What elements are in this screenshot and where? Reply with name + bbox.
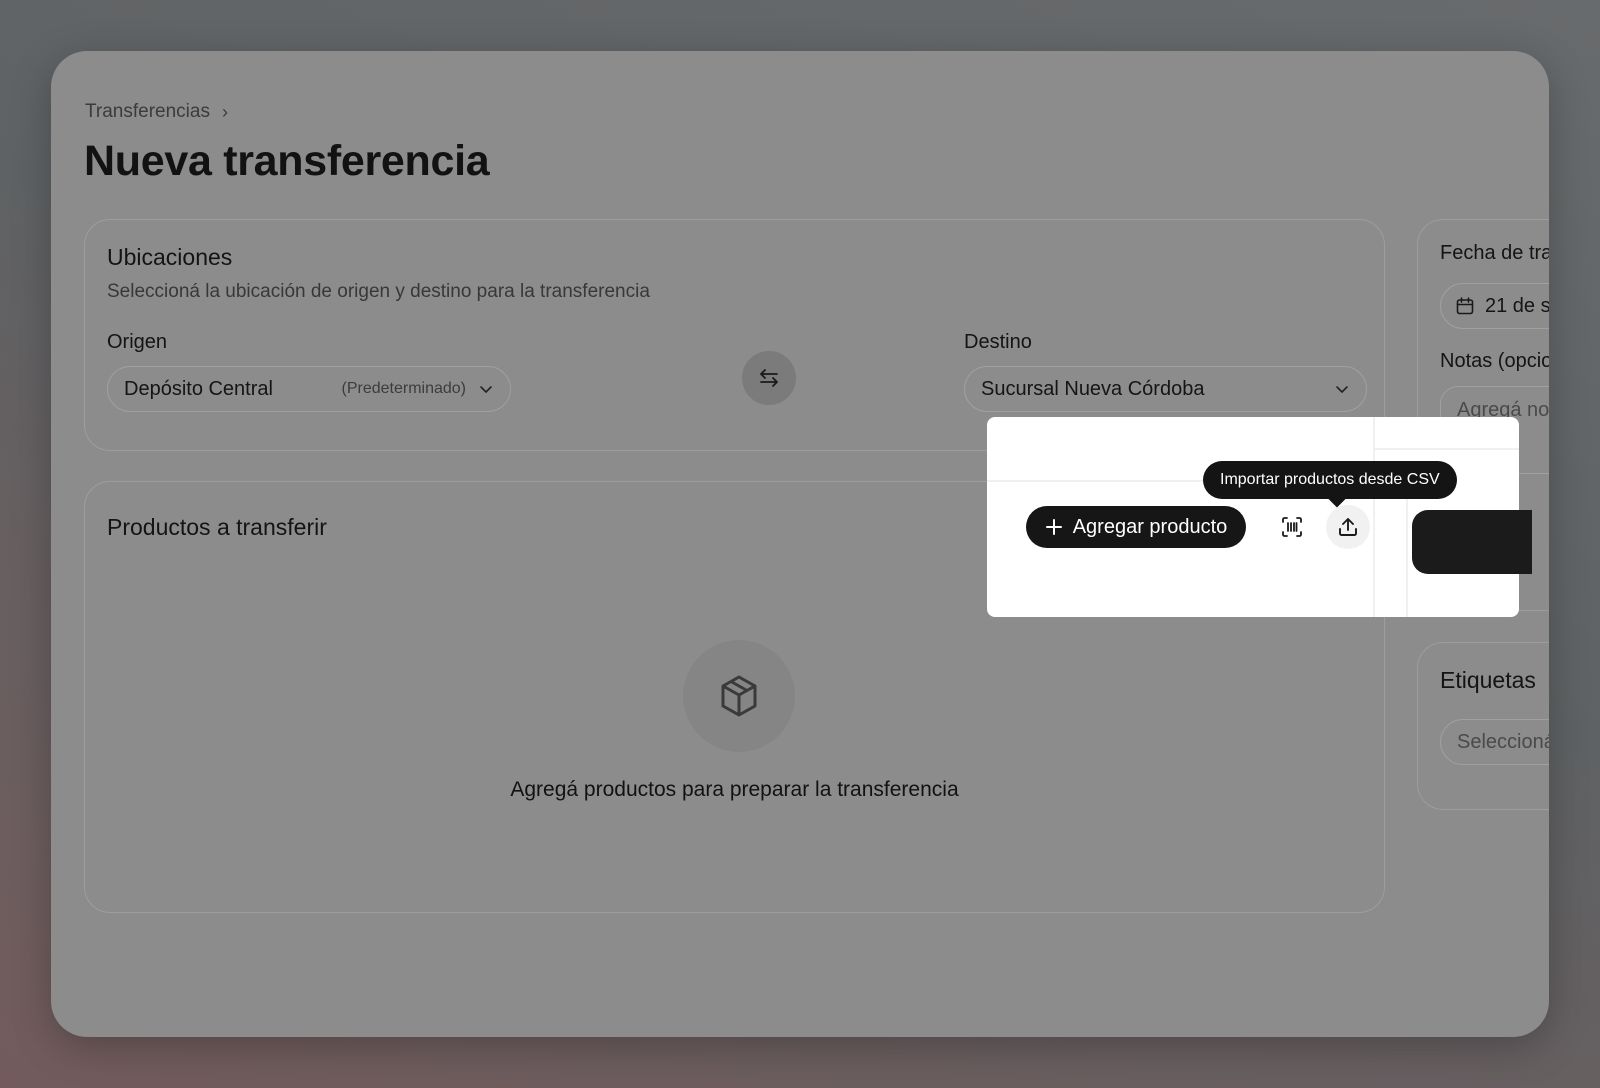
tags-select[interactable]: Seleccioná: [1440, 719, 1549, 765]
swap-arrows-icon: [760, 369, 778, 387]
locations-description: Seleccioná la ubicación de origen y dest…: [107, 281, 650, 302]
date-value: 21 de se: [1485, 294, 1549, 317]
add-product-button[interactable]: Agregar producto: [1026, 506, 1246, 548]
add-product-label: Agregar producto: [1072, 515, 1228, 538]
origin-value: Depósito Central: [124, 377, 273, 400]
import-csv-tooltip: Importar productos desde CSV: [1203, 461, 1457, 508]
date-picker[interactable]: 21 de se: [1440, 283, 1549, 329]
destination-value: Sucursal Nueva Córdoba: [981, 377, 1205, 400]
breadcrumb: Transferencias ›: [85, 101, 228, 123]
upload-icon: [1339, 518, 1357, 536]
breadcrumb-link-transferencias[interactable]: Transferencias: [85, 101, 210, 123]
tags-card: Etiquetas Seleccioná: [1417, 642, 1549, 810]
tags-title: Etiquetas: [1440, 667, 1536, 693]
chevron-down-icon: [1336, 386, 1348, 393]
origin-default-hint: (Predeterminado): [341, 380, 467, 397]
locations-title: Ubicaciones: [107, 244, 233, 270]
calendar-icon: [1456, 297, 1474, 315]
app-window: Transferencias › Nueva transferencia Ubi…: [51, 51, 1549, 1037]
chevron-right-icon: ›: [221, 101, 228, 122]
import-csv-button[interactable]: [1326, 505, 1370, 549]
empty-state-circle: [683, 640, 795, 752]
tags-placeholder: Seleccioná: [1457, 730, 1549, 753]
scan-barcode-button[interactable]: [1270, 505, 1314, 549]
create-transfer-button[interactable]: [1412, 510, 1532, 574]
products-title: Productos a transferir: [107, 514, 327, 540]
date-label: Fecha de tra: [1440, 242, 1549, 264]
swap-locations-button[interactable]: [742, 351, 796, 405]
destination-label: Destino: [964, 331, 1032, 353]
tooltip-text: Importar productos desde CSV: [1220, 471, 1440, 488]
plus-icon: [1045, 519, 1062, 535]
page-title: Nueva transferencia: [84, 137, 490, 185]
barcode-scan-icon: [1282, 517, 1302, 537]
origin-select[interactable]: Depósito Central (Predeterminado): [107, 366, 511, 412]
notes-label: Notas (opcio: [1440, 350, 1549, 372]
empty-state-text: Agregá productos para preparar la transf…: [510, 778, 959, 801]
origin-label: Origen: [107, 331, 168, 353]
chevron-down-icon: [480, 386, 492, 393]
package-icon: [721, 675, 757, 717]
destination-select[interactable]: Sucursal Nueva Córdoba: [964, 366, 1367, 412]
